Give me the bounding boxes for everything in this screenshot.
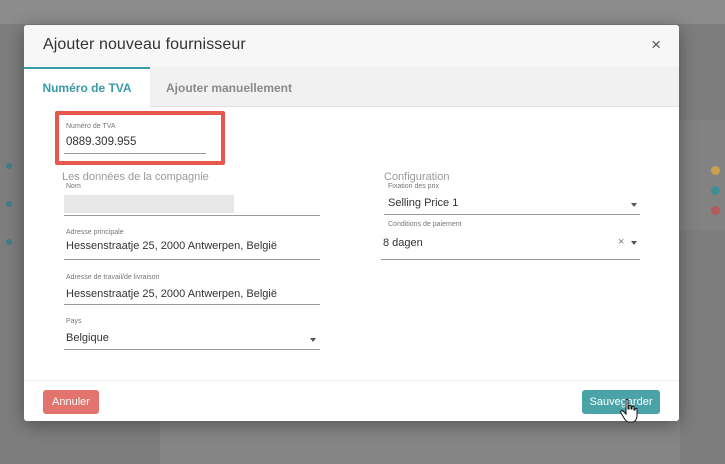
cancel-button[interactable]: Annuler bbox=[43, 390, 99, 414]
name-label: Nom bbox=[66, 183, 81, 190]
country-select[interactable]: Belgique bbox=[66, 332, 109, 344]
payment-terms-underline bbox=[381, 259, 640, 260]
background-status-dot bbox=[711, 166, 720, 175]
background-status-dot bbox=[6, 201, 12, 207]
pricing-underline bbox=[384, 214, 640, 215]
clear-icon[interactable]: × bbox=[618, 236, 624, 248]
background-bottom-table bbox=[160, 421, 680, 464]
chevron-down-icon[interactable] bbox=[310, 338, 316, 342]
name-underline bbox=[64, 215, 320, 216]
country-underline bbox=[64, 349, 320, 350]
add-supplier-modal: Ajouter nouveau fournisseur × Numéro de … bbox=[24, 25, 679, 421]
vat-number-input[interactable]: 0889.309.955 bbox=[66, 136, 136, 148]
close-icon[interactable]: × bbox=[651, 35, 661, 55]
main-address-input[interactable]: Hessenstraatje 25, 2000 Antwerpen, Belgi… bbox=[66, 240, 277, 252]
company-section-label: Les données de la compagnie bbox=[62, 171, 209, 183]
work-address-input[interactable]: Hessenstraatje 25, 2000 Antwerpen, Belgi… bbox=[66, 288, 277, 300]
tab-vat-number[interactable]: Numéro de TVA bbox=[24, 67, 150, 108]
modal-title: Ajouter nouveau fournisseur bbox=[43, 36, 246, 53]
main-address-label: Adresse principale bbox=[66, 229, 124, 236]
work-address-label: Adresse de travail/de livraison bbox=[66, 274, 160, 281]
chevron-down-icon[interactable] bbox=[631, 203, 637, 207]
background-status-dot bbox=[711, 206, 720, 215]
modal-header: Ajouter nouveau fournisseur × bbox=[24, 25, 679, 67]
background-top-bar bbox=[0, 0, 725, 24]
tab-bar: Numéro de TVA Ajouter manuellement bbox=[24, 67, 679, 108]
background-status-dot bbox=[711, 186, 720, 195]
background-status-dot bbox=[6, 239, 12, 245]
tab-add-manually[interactable]: Ajouter manuellement bbox=[154, 67, 304, 107]
work-address-underline bbox=[64, 304, 320, 305]
vat-number-underline bbox=[64, 153, 206, 154]
payment-terms-select[interactable]: 8 dagen bbox=[383, 237, 423, 249]
name-input[interactable] bbox=[64, 195, 234, 213]
background-status-dot bbox=[6, 163, 12, 169]
configuration-section-label: Configuration bbox=[384, 171, 450, 183]
country-label: Pays bbox=[66, 318, 82, 325]
vat-number-label: Numéro de TVA bbox=[66, 123, 116, 130]
payment-terms-label: Conditions de paiement bbox=[388, 221, 462, 228]
chevron-down-icon[interactable] bbox=[631, 241, 637, 245]
modal-footer bbox=[24, 380, 679, 421]
pricing-select[interactable]: Selling Price 1 bbox=[388, 197, 458, 209]
pricing-label: Fixation des prix bbox=[388, 183, 439, 190]
hand-cursor-icon bbox=[620, 398, 638, 423]
main-address-underline bbox=[64, 259, 320, 260]
